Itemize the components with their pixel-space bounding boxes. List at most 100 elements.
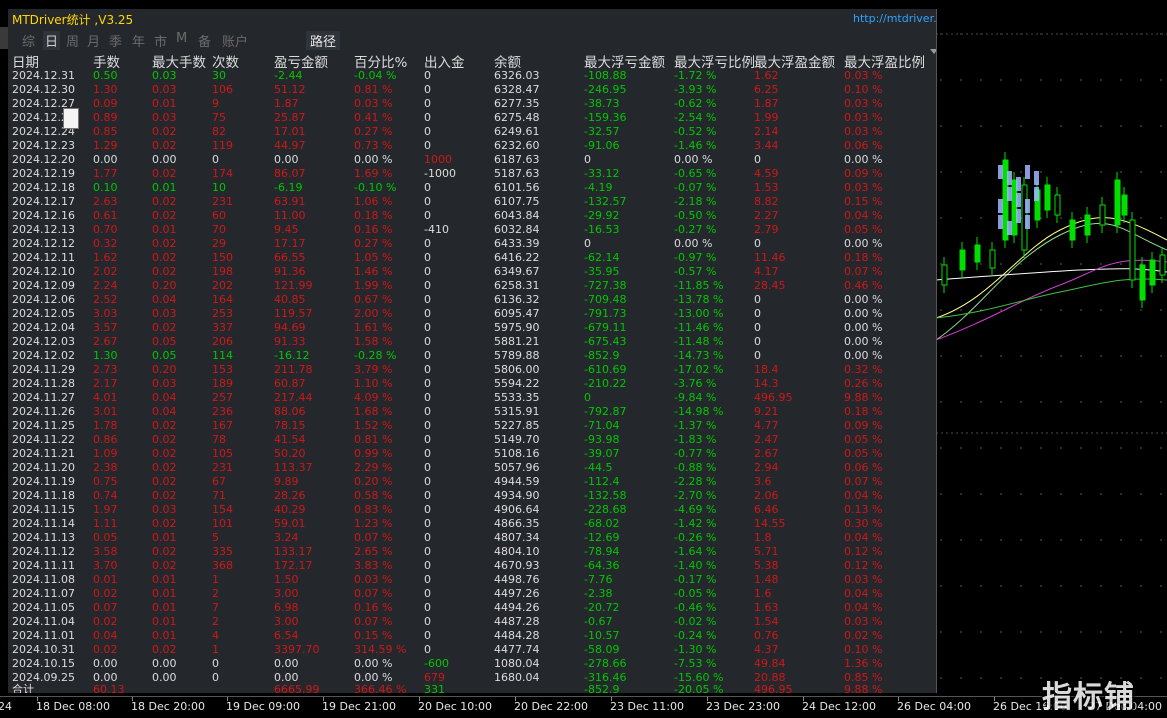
table-row[interactable]: 2024.12.31 0.50 0.03 30 -2.44 -0.04 % 0 6326.03…	[8, 69, 936, 83]
table-row[interactable]: 2024.11.28 2.17 0.03 189 60.87 1.10 % 0 5594.22…	[8, 377, 936, 391]
cell-date: 2024.10.31	[12, 643, 75, 656]
table-row[interactable]: 2024.11.19 0.75 0.02 67 9.89 0.20 % 0 4944.59 -1…	[8, 475, 936, 489]
table-row[interactable]: 2024.12.27 0.09 0.01 9 1.87 0.03 % 0 6277.35 -38…	[8, 97, 936, 111]
table-row[interactable]: 2024.12.09 2.24 0.20 202 121.99 1.99 % 0 6258.3…	[8, 279, 936, 293]
table-row[interactable]: 2024.12.11 1.62 0.02 150 66.55 1.05 % 0 6416.22…	[8, 251, 936, 265]
cell-max_dd_pct: -11.46 %	[674, 321, 724, 334]
table-row[interactable]: 2024.11.05 0.07 0.01 7 6.98 0.16 % 0 4494.26 -20…	[8, 601, 936, 615]
cell-pct: 0.07 %	[354, 531, 393, 544]
table-row[interactable]: 2024.12.12 0.32 0.02 29 17.17 0.27 % 0 6433.39 0…	[8, 237, 936, 251]
table-row[interactable]: 2024.11.15 1.97 0.03 154 40.29 0.83 % 0 4906.64…	[8, 503, 936, 517]
table-row[interactable]: 2024.12.16 0.61 0.02 60 11.00 0.18 % 0 6043.84 -…	[8, 209, 936, 223]
website-link[interactable]: http://mtdriver.cn	[853, 12, 936, 25]
table-row[interactable]: 2024.12.24 0.85 0.02 82 17.01 0.27 % 0 6249.61-…	[8, 125, 936, 139]
tab-4[interactable]: 季	[109, 31, 122, 50]
table-row[interactable]: 2024.11.18 0.74 0.02 71 28.26 0.58 % 0 4934.90 -…	[8, 489, 936, 503]
column-header[interactable]: 日期	[12, 51, 39, 71]
column-header[interactable]: 手数	[93, 51, 120, 71]
cell-max_up: 4.17	[754, 265, 779, 278]
cell-max_dd: -29.92	[584, 209, 620, 222]
tab-7[interactable]: M	[176, 31, 187, 46]
tab-9[interactable]: 账户	[222, 31, 248, 50]
cell-pnl: 3.00	[274, 615, 299, 628]
table-row[interactable]: 2024.12.20 0.00 0.00 0 0.00 0.00 % 1000 6187.63…	[8, 153, 936, 167]
tab-8[interactable]: 备	[198, 31, 211, 50]
tab-1[interactable]: 日	[43, 31, 61, 50]
column-header[interactable]: 百分比%	[354, 51, 407, 71]
column-header[interactable]: 最大浮盈比例	[844, 51, 925, 71]
table-row[interactable]: 2024.11.01 0.04 0.01 4 6.54 0.15 % 0 4484.28 -10…	[8, 629, 936, 643]
cell-count: 174	[212, 167, 233, 180]
cell-max_up_pct: 0.10 %	[844, 83, 883, 96]
cell-flow: 0	[424, 643, 431, 656]
tab-0[interactable]: 综	[22, 31, 35, 50]
column-header[interactable]: 最大浮亏金额	[584, 51, 665, 71]
table-row[interactable]: 2024.11.29 2.73 0.20 153 211.78 3.79 % 0 5806.0…	[8, 363, 936, 377]
table-row[interactable]: 2024.12.06 2.52 0.04 164 40.85 0.67 % 0 6136.32…	[8, 293, 936, 307]
cell-count: 75	[212, 111, 226, 124]
time-axis: 24 18 Dec 08:00 18 Dec 20:00 19 Dec 09:00 19…	[0, 696, 1167, 718]
table-row[interactable]: 2024.11.11 3.70 0.02 368 172.17 3.83 % 0 4670.9…	[8, 559, 936, 573]
table-row[interactable]: 2024.12.04 3.57 0.02 337 94.69 1.61 % 0 5975.90…	[8, 321, 936, 335]
column-header[interactable]: 最大浮亏比例	[674, 51, 755, 71]
cell-lots: 3.70	[93, 559, 118, 572]
cell-balance: 6249.61	[494, 125, 540, 138]
total-row: 合计 60.13 6665.99 366.46 % 331 -852.9 -20.05 % 4…	[8, 683, 936, 693]
column-header[interactable]: 余额	[494, 51, 521, 71]
table-row[interactable]: 2024.12.17 2.63 0.02 231 63.91 1.06 % 0 6107.75…	[8, 195, 936, 209]
cell-max_dd_pct: -0.88 %	[674, 461, 717, 474]
tab-3[interactable]: 月	[87, 31, 100, 50]
statistics-panel[interactable]: MTDriver统计 ,V3.25 http://mtdriver.cn 综日周…	[8, 9, 936, 693]
tab-5[interactable]: 年	[132, 31, 145, 50]
table-row[interactable]: 2024.12.26 0.89 0.03 75 25.87 0.41 % 0 6275.48-…	[8, 111, 936, 125]
cell-flow: 1000	[424, 153, 452, 166]
table-row[interactable]: 2024.11.27 4.01 0.04 257 217.44 4.09 % 0 5533.3…	[8, 391, 936, 405]
table-row[interactable]: 2024.11.08 0.01 0.01 1 1.50 0.03 % 0 4498.76 -7.…	[8, 573, 936, 587]
path-button[interactable]: 路径	[306, 31, 341, 50]
tab-6[interactable]: 市	[154, 31, 167, 50]
table-row[interactable]: 2024.12.05 3.03 0.03 253 119.57 2.00 % 0 6095.4…	[8, 307, 936, 321]
table-row[interactable]: 2024.12.18 0.10 0.01 10 -6.19 -0.10 % 0 6101.56…	[8, 181, 936, 195]
column-header[interactable]: 出入金	[424, 51, 465, 71]
table-row[interactable]: 2024.12.23 1.29 0.02 119 44.97 0.73 % 0 6232.60…	[8, 139, 936, 153]
column-header[interactable]: 最大浮盈金额	[754, 51, 835, 71]
cell-lots: 0.74	[93, 489, 118, 502]
table-row[interactable]: 2024.11.04 0.02 0.01 2 3.00 0.07 % 0 4487.28 -0.…	[8, 615, 936, 629]
table-row[interactable]: 2024.11.26 3.01 0.04 236 88.06 1.68 % 0 5315.91…	[8, 405, 936, 419]
table-row[interactable]: 2024.11.25 1.78 0.02 167 78.15 1.52 % 0 5227.85…	[8, 419, 936, 433]
cell-max_up: 1.8	[754, 531, 772, 544]
tab-2[interactable]: 周	[66, 31, 79, 50]
table-row[interactable]: 2024.12.03 2.67 0.05 206 91.33 1.58 % 0 5881.21…	[8, 335, 936, 349]
table-row[interactable]: 2024.12.19 1.77 0.02 174 86.07 1.69 % -1000 518…	[8, 167, 936, 181]
table-row[interactable]: 2024.11.20 2.38 0.02 231 113.37 2.29 % 0 5057.9…	[8, 461, 936, 475]
table-row[interactable]: 2024.10.15 0.00 0.00 0 0.00 0.00 % -600 1080.04…	[8, 657, 936, 671]
table-row[interactable]: 2024.11.22 0.86 0.02 78 41.54 0.81 % 0 5149.70 -…	[8, 433, 936, 447]
table-row[interactable]: 2024.12.02 1.30 0.05 114 -16.12 -0.28 % 0 5789.…	[8, 349, 936, 363]
cell-pnl: 94.69	[274, 321, 306, 334]
table-row[interactable]: 2024.11.14 1.11 0.02 101 59.01 1.23 % 0 4866.35…	[8, 517, 936, 531]
table-row[interactable]: 2024.11.21 1.09 0.02 105 50.20 0.99 % 0 5108.16…	[8, 447, 936, 461]
table-row[interactable]: 2024.12.13 0.70 0.01 70 9.45 0.16 % -410 6032.8…	[8, 223, 936, 237]
cell-date: 2024.11.14	[12, 517, 75, 530]
table-row[interactable]: 2024.11.07 0.02 0.01 2 3.00 0.07 % 0 4497.26 -2.…	[8, 587, 936, 601]
column-header[interactable]: 盈亏金额	[274, 51, 328, 71]
column-header[interactable]: 最大手数	[152, 51, 206, 71]
cell-pnl: 6.54	[274, 629, 299, 642]
cell-balance: 6187.63	[494, 153, 540, 166]
cell-balance: 6258.31	[494, 279, 540, 292]
table-row[interactable]: 2024.12.30 1.30 0.03 106 51.12 0.81 % 0 6328.47…	[8, 83, 936, 97]
cell-max_dd_pct: -0.02 %	[674, 615, 717, 628]
table-row[interactable]: 2024.11.12 3.58 0.02 335 133.17 2.65 % 0 4804.1…	[8, 545, 936, 559]
cell-balance: 4807.34	[494, 531, 540, 544]
time-label: 26 Dec 04:00	[897, 700, 971, 713]
column-header[interactable]: 次数	[212, 51, 239, 71]
cell-date: 2024.11.28	[12, 377, 75, 390]
cell-date: 2024.11.07	[12, 587, 75, 600]
cell-max_dd_pct: -3.93 %	[674, 83, 717, 96]
table-row[interactable]: 2024.12.10 2.02 0.02 198 91.36 1.46 % 0 6349.67…	[8, 265, 936, 279]
cell-balance: 4906.64	[494, 503, 540, 516]
cell-max_up: 0.76	[754, 629, 779, 642]
cell-max_dd_pct: 0.00 %	[674, 237, 713, 250]
table-row[interactable]: 2024.11.13 0.05 0.01 5 3.24 0.07 % 0 4807.34 -12…	[8, 531, 936, 545]
table-row[interactable]: 2024.10.31 0.02 0.02 1 3397.70 314.59 % 0 4477.…	[8, 643, 936, 657]
